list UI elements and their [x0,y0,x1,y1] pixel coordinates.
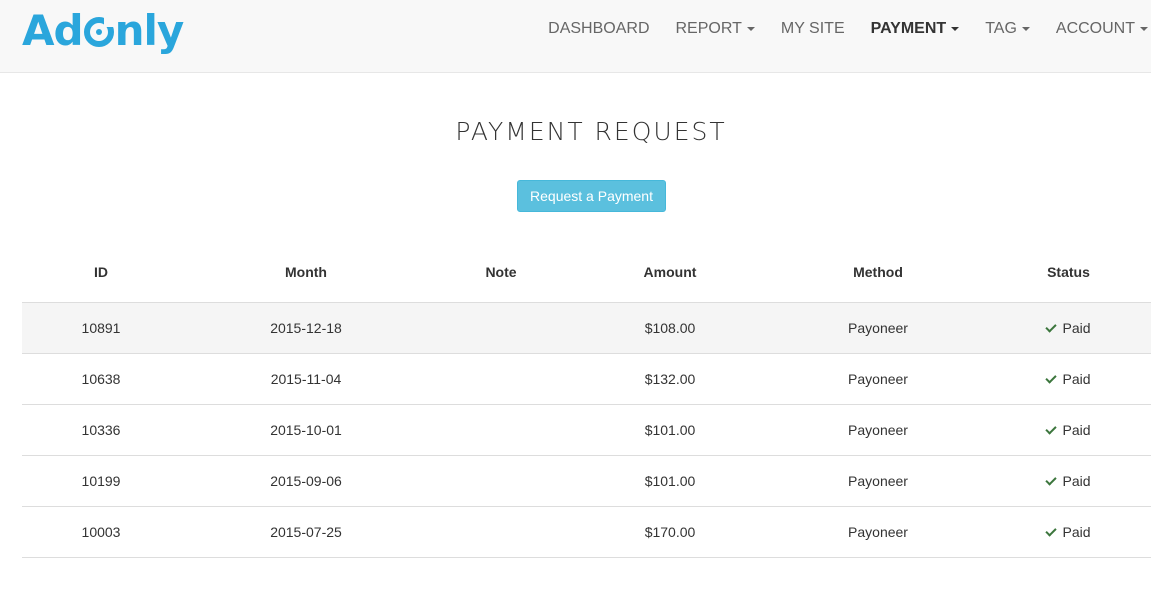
payments-table: ID Month Note Amount Method Status 10891… [22,242,1151,558]
nav-item-tag[interactable]: TAG [972,0,1043,57]
cell-amount: $101.00 [570,404,770,456]
caret-down-icon [746,26,755,31]
cell-id: 10336 [22,404,180,456]
nav-item-dashboard[interactable]: DASHBOARD [535,0,662,57]
table-row: 10336 2015-10-01 $101.00 Payoneer Paid [22,404,1151,456]
status-label: Paid [1062,320,1091,336]
main-nav: DASHBOARD REPORT MY SITE PAYMENT TAG ACC… [535,0,1151,57]
nav-label: ACCOUNT [1055,20,1135,37]
nav-item-my-site[interactable]: MY SITE [768,0,858,57]
cell-id: 10891 [22,302,180,354]
cell-month: 2015-10-01 [180,404,432,456]
status-label: Paid [1062,473,1091,489]
caret-down-icon [1140,26,1148,31]
brand-logo[interactable]: Ad nly [22,6,184,56]
nav-label: DASHBOARD [548,20,650,37]
top-navbar: Ad nly DASHBOARD REPORT MY SITE PAYMENT T… [0,0,1151,73]
cell-note [432,302,570,354]
table-row: 10638 2015-11-04 $132.00 Payoneer Paid [22,353,1151,405]
cell-status: Paid [986,506,1151,558]
logo-target-icon [83,17,114,47]
check-icon [1045,372,1058,384]
logo-text-start: Ad [22,6,84,55]
cell-note [432,455,570,507]
cell-method: Payoneer [770,353,986,405]
column-header-id: ID [22,242,180,303]
caret-down-icon [951,26,960,31]
nav-item-report[interactable]: REPORT [663,0,768,57]
caret-down-icon [1021,26,1030,31]
check-icon [1045,525,1058,537]
nav-label: PAYMENT [870,20,947,37]
cell-month: 2015-12-18 [180,302,432,354]
column-header-status: Status [986,242,1151,303]
cell-status: Paid [986,353,1151,405]
cell-amount: $170.00 [570,506,770,558]
cell-status: Paid [986,455,1151,507]
cell-id: 10638 [22,353,180,405]
cell-id: 10003 [22,506,180,558]
check-icon [1045,423,1058,435]
column-header-note: Note [432,242,570,303]
cell-method: Payoneer [770,455,986,507]
cell-amount: $108.00 [570,302,770,354]
logo-text-end: nly [114,6,185,55]
column-header-month: Month [180,242,432,303]
status-label: Paid [1062,524,1091,540]
cell-method: Payoneer [770,506,986,558]
nav-label: MY SITE [780,20,845,37]
table-row: 10891 2015-12-18 $108.00 Payoneer Paid [22,302,1151,354]
cell-method: Payoneer [770,302,986,354]
table-row: 10003 2015-07-25 $170.00 Payoneer Paid [22,506,1151,558]
nav-item-payment[interactable]: PAYMENT [858,0,973,57]
cell-month: 2015-07-25 [180,506,432,558]
cell-note [432,353,570,405]
status-label: Paid [1062,422,1091,438]
cell-status: Paid [986,302,1151,354]
check-icon [1045,474,1058,486]
cell-status: Paid [986,404,1151,456]
column-header-amount: Amount [570,242,770,303]
cell-note [432,404,570,456]
table-header-row: ID Month Note Amount Method Status [22,242,1151,303]
cell-month: 2015-11-04 [180,353,432,405]
status-label: Paid [1062,371,1091,387]
cell-method: Payoneer [770,404,986,456]
cell-month: 2015-09-06 [180,455,432,507]
table-row: 10199 2015-09-06 $101.00 Payoneer Paid [22,455,1151,507]
page-title: PAYMENT REQUEST [455,117,727,146]
cell-id: 10199 [22,455,180,507]
nav-item-account[interactable]: ACCOUNT [1043,0,1151,57]
cell-amount: $132.00 [570,353,770,405]
nav-label: REPORT [675,20,742,37]
column-header-method: Method [770,242,986,303]
nav-label: TAG [985,20,1017,37]
logo-text: Ad nly [22,10,184,52]
request-payment-button[interactable]: Request a Payment [517,180,666,212]
cell-amount: $101.00 [570,455,770,507]
check-icon [1045,321,1058,333]
cell-note [432,506,570,558]
